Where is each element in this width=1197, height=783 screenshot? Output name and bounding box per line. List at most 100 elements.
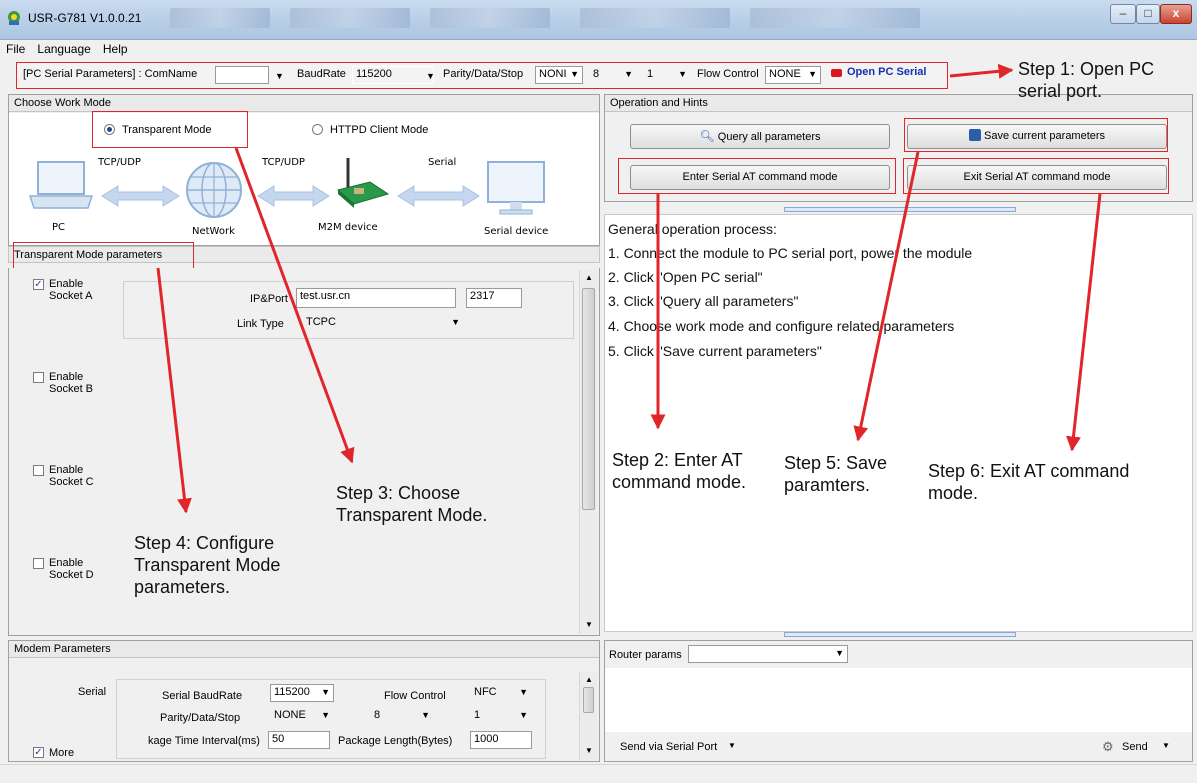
- diagram-network-label: NetWork: [192, 226, 235, 237]
- link-type-value: TCPC: [306, 316, 336, 328]
- scroll-down-icon[interactable]: ▼: [585, 746, 593, 755]
- link-type-label: Link Type: [237, 318, 284, 330]
- blurred-toolbar: [580, 8, 730, 28]
- modem-serial-label: Serial: [78, 686, 107, 698]
- menu-language[interactable]: Language: [31, 40, 93, 56]
- socket-a-enable-label: Enable: [49, 278, 84, 290]
- menu-help[interactable]: Help: [97, 40, 131, 56]
- annotation-step1: Step 1: Open PC serial port.: [1018, 59, 1155, 101]
- close-button[interactable]: x: [1160, 4, 1192, 24]
- diagram-pc-label: PC: [52, 222, 66, 233]
- chevron-down-icon: ▼: [808, 69, 817, 79]
- chevron-down-icon: ▼: [835, 648, 844, 658]
- blurred-toolbar: [170, 8, 270, 28]
- flow-control-select[interactable]: NONE ▼: [765, 66, 821, 84]
- httpd-client-mode-radio[interactable]: [312, 124, 323, 135]
- socket-b-enable-label: Enable: [49, 371, 84, 383]
- hint-line-5: 5. Click "Save current parameters": [608, 343, 822, 359]
- chevron-down-icon[interactable]: ▼: [1162, 741, 1170, 750]
- modem-interval-label: kage Time Interval(ms): [148, 735, 260, 747]
- chevron-down-icon: ▼: [451, 317, 460, 327]
- open-pc-serial-button[interactable]: Open PC Serial: [847, 66, 926, 78]
- highlight-transparent-params: [13, 242, 194, 269]
- diagram-link1-label: TCP/UDP: [98, 157, 141, 168]
- blurred-toolbar: [430, 8, 550, 28]
- query-all-parameters-button[interactable]: 🔍︎ Query all parameters: [630, 124, 890, 149]
- save-current-parameters-label: Save current parameters: [984, 130, 1106, 142]
- comname-dropdown-icon[interactable]: ▼: [275, 71, 284, 81]
- baudrate-select[interactable]: 115200: [352, 66, 434, 84]
- menu-bar: File Language Help: [0, 40, 1197, 59]
- modem-interval-input[interactable]: 50: [268, 731, 330, 749]
- transparent-mode-radio[interactable]: [104, 124, 115, 135]
- annotation-step5: Step 5: Save paramters.: [784, 453, 888, 495]
- socket-d-enable-label: Enable: [49, 557, 84, 569]
- modem-scrollbar[interactable]: ▲ ▼: [579, 672, 597, 760]
- parity-value: NONI: [539, 68, 567, 80]
- router-command-input[interactable]: [605, 668, 1192, 732]
- scroll-down-icon[interactable]: ▼: [585, 620, 593, 629]
- hint-line-1: 1. Connect the module to PC serial port,…: [608, 245, 973, 261]
- chevron-down-icon: ▼: [624, 69, 633, 79]
- window-title: USR-G781 V1.0.0.21: [28, 11, 142, 25]
- scrollbar-thumb[interactable]: [582, 288, 595, 510]
- modem-baudrate-value: 115200: [274, 686, 310, 698]
- modem-data-bits-value: 8: [374, 709, 381, 721]
- flow-control-value: NONE: [769, 68, 801, 80]
- modem-stop-bits-select[interactable]: 1 ▼: [470, 707, 532, 725]
- work-mode-header: Choose Work Mode: [9, 95, 599, 112]
- menu-file[interactable]: File: [0, 40, 28, 56]
- flow-control-label: Flow Control: [697, 68, 759, 80]
- data-bits-select[interactable]: 8 ▼: [589, 66, 637, 84]
- send-button[interactable]: Send: [1122, 741, 1148, 753]
- modem-flow-control-label: Flow Control: [384, 690, 446, 702]
- more-checkbox[interactable]: ✓: [33, 747, 44, 758]
- chevron-down-icon: ▼: [519, 687, 528, 697]
- stop-bits-select[interactable]: 1 ▼: [643, 66, 691, 84]
- modem-parity-select[interactable]: NONE ▼: [270, 707, 334, 725]
- chevron-down-icon[interactable]: ▼: [728, 741, 736, 750]
- scrollbar-thumb[interactable]: [583, 687, 594, 713]
- pc-serial-parameters-bar: [PC Serial Parameters] : ComName ▼ BaudR…: [16, 62, 948, 89]
- socket-d-checkbox[interactable]: [33, 558, 44, 569]
- exit-serial-at-command-mode-button[interactable]: Exit Serial AT command mode: [907, 165, 1167, 190]
- transparent-mode-label: Transparent Mode: [122, 124, 212, 136]
- modem-data-bits-select[interactable]: 8 ▼: [370, 707, 434, 725]
- router-params-label: Router params: [609, 649, 682, 661]
- maximize-button[interactable]: □: [1136, 4, 1160, 24]
- port-input[interactable]: 2317: [466, 288, 522, 308]
- scroll-up-icon[interactable]: ▲: [585, 675, 593, 684]
- annotation-step4: Step 4: Configure Transparent Mode param…: [134, 533, 281, 597]
- modem-parity-label: Parity/Data/Stop: [160, 712, 241, 724]
- modem-length-input[interactable]: 1000: [470, 731, 532, 749]
- stop-bits-value: 1: [647, 68, 654, 80]
- ip-address-input[interactable]: test.usr.cn: [296, 288, 456, 308]
- enter-serial-at-command-mode-button[interactable]: Enter Serial AT command mode: [630, 165, 890, 190]
- link-type-select[interactable]: TCPC ▼: [302, 314, 464, 332]
- splitter-handle[interactable]: [784, 207, 1016, 212]
- modem-flow-control-select[interactable]: NFC ▼: [470, 684, 532, 702]
- modem-baudrate-select[interactable]: 115200 ▼: [270, 684, 334, 702]
- socket-a-checkbox[interactable]: ✓: [33, 279, 44, 290]
- diagram-link2-label: TCP/UDP: [262, 157, 305, 168]
- transparent-params-scrollbar[interactable]: ▲ ▼: [579, 270, 597, 634]
- globe-icon: [186, 162, 242, 218]
- send-icon: ⚙: [1102, 739, 1114, 754]
- chevron-down-icon: ▼: [421, 710, 430, 720]
- save-current-parameters-button[interactable]: Save current parameters: [907, 124, 1167, 149]
- modem-stop-bits-value: 1: [474, 709, 481, 721]
- socket-c-checkbox[interactable]: [33, 465, 44, 476]
- minimize-button[interactable]: –: [1110, 4, 1136, 24]
- send-via-serial-port-dropdown[interactable]: Send via Serial Port: [620, 741, 717, 753]
- scroll-up-icon[interactable]: ▲: [585, 273, 593, 282]
- diagram-m2m-label: M2M device: [318, 222, 378, 233]
- blurred-toolbar: [750, 8, 920, 28]
- hint-line-0: General operation process:: [608, 221, 777, 237]
- socket-c-enable-label: Enable: [49, 464, 84, 476]
- socket-b-checkbox[interactable]: [33, 372, 44, 383]
- parity-select[interactable]: NONI ▼: [535, 66, 583, 84]
- router-params-select[interactable]: ▼: [688, 645, 848, 663]
- baudrate-dropdown-icon[interactable]: ▼: [426, 71, 435, 81]
- splitter-handle[interactable]: [784, 632, 1016, 637]
- comname-input[interactable]: [215, 66, 269, 84]
